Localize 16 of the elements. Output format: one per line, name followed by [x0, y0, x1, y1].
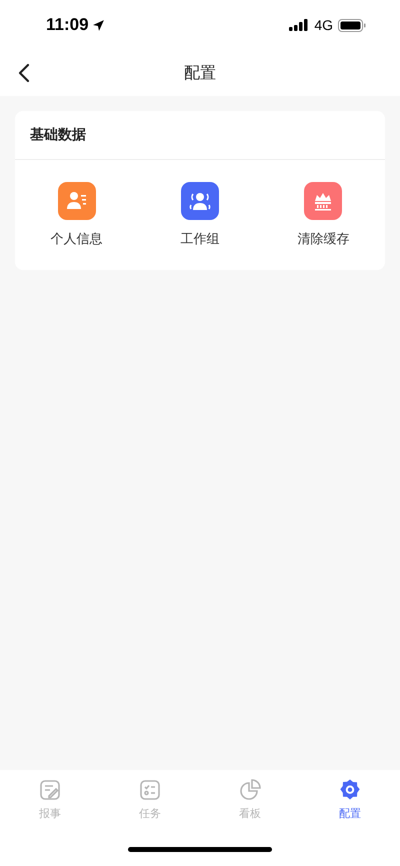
status-time: 11:09 — [46, 15, 89, 35]
edit-note-icon — [38, 778, 62, 802]
battery-icon — [338, 18, 366, 32]
location-icon — [92, 18, 105, 32]
network-label: 4G — [314, 17, 333, 33]
section-title: 基础数据 — [30, 126, 86, 144]
signal-icon — [289, 19, 310, 31]
page-title: 配置 — [184, 62, 216, 84]
tab[interactable]: 配置 — [300, 778, 400, 840]
grid-item[interactable]: 工作组 — [138, 182, 262, 248]
grid-item[interactable]: 清除缓存 — [262, 182, 385, 248]
checklist-icon — [138, 778, 162, 802]
pie-chart-icon — [238, 778, 262, 802]
grid-item[interactable]: 个人信息 — [15, 182, 138, 248]
settings-icon — [338, 778, 362, 802]
back-icon[interactable] — [18, 63, 30, 83]
